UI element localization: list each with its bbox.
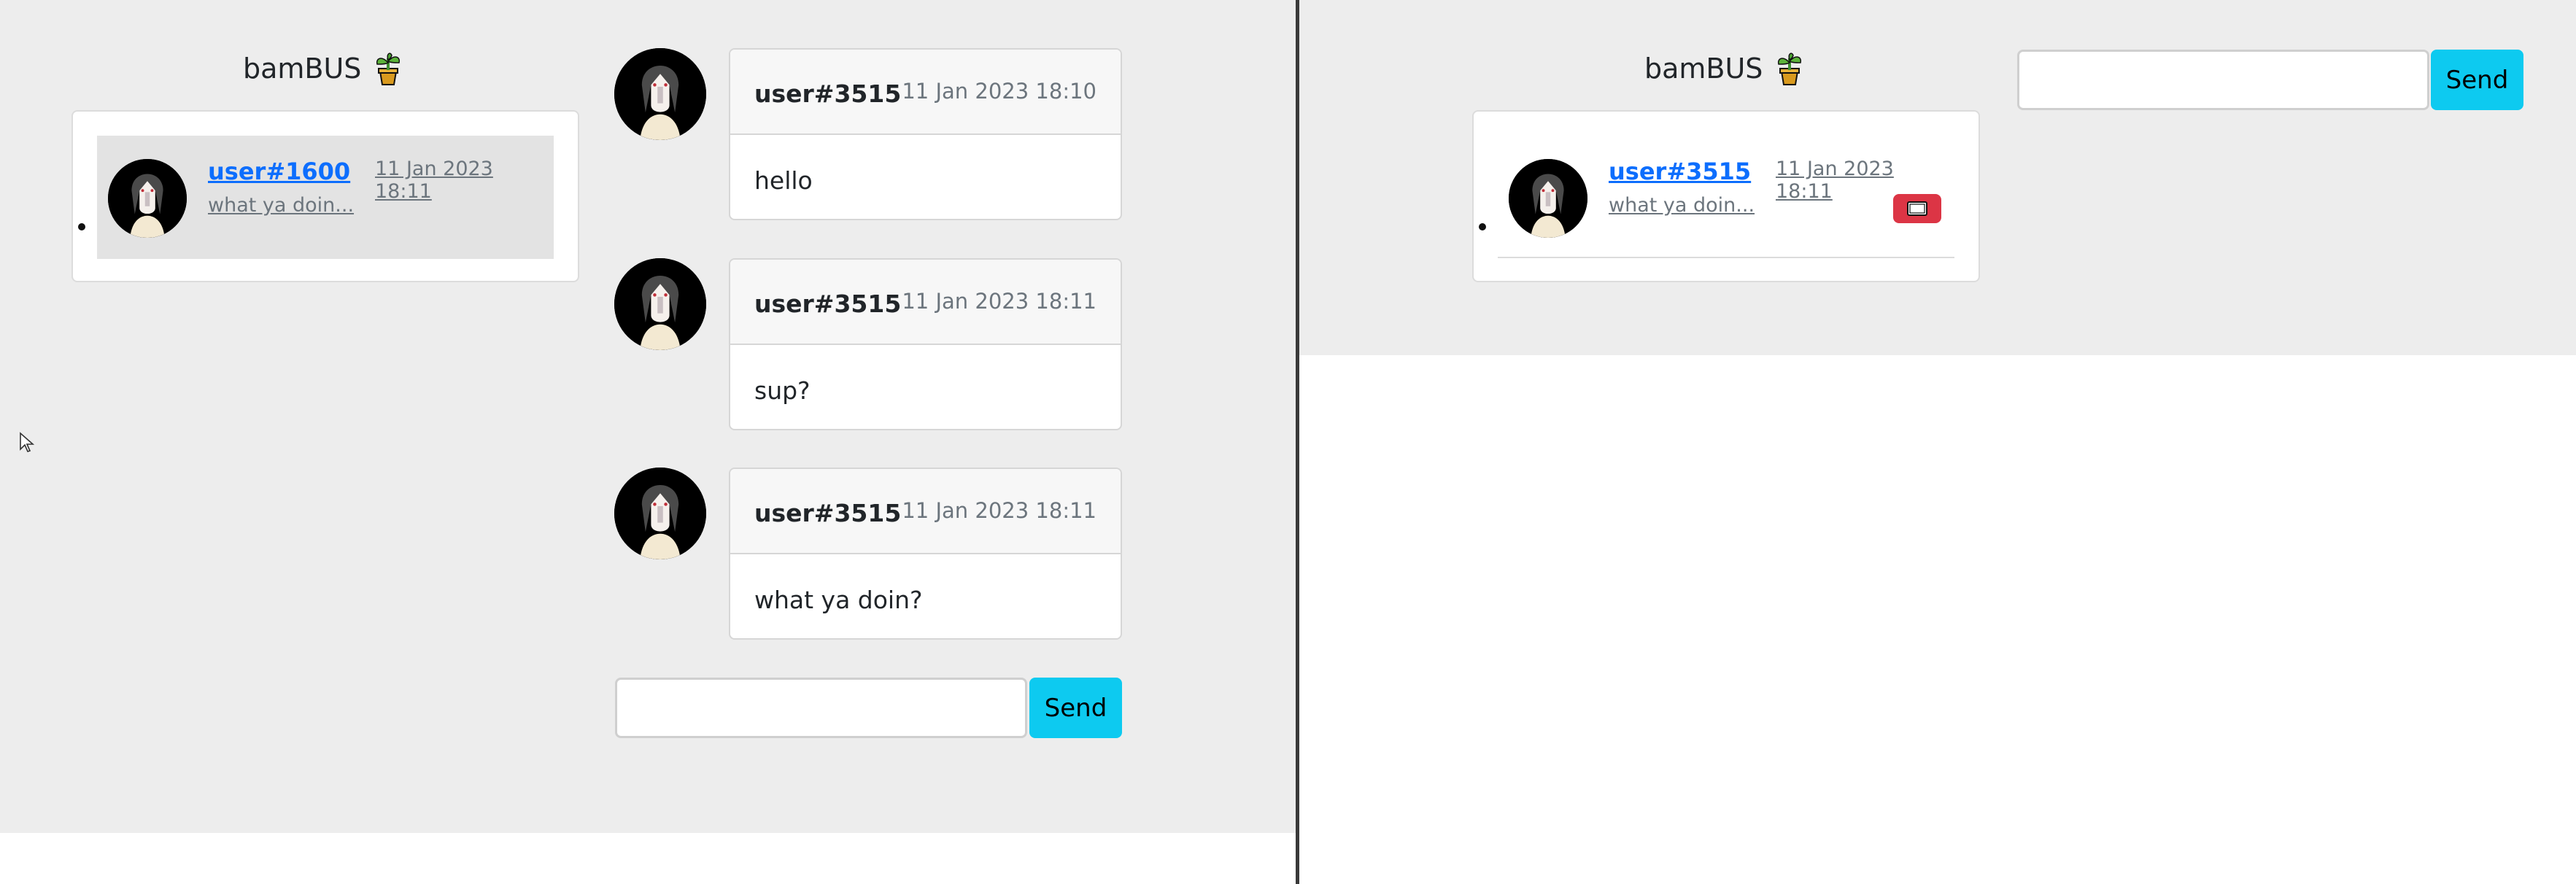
brand-title: bamBUS (1644, 51, 1806, 86)
message-input[interactable] (2017, 50, 2429, 110)
message-timestamp: 11 Jan 2023 18:10 (902, 79, 1096, 104)
message-header: user#3515 11 Jan 2023 18:11 (730, 469, 1121, 554)
message-timestamp: 11 Jan 2023 18:11 (902, 498, 1096, 523)
list-bullet (1479, 223, 1486, 230)
message-header: user#3515 11 Jan 2023 18:10 (730, 50, 1121, 135)
message-text: what ya doin? (754, 586, 923, 614)
conversation-item[interactable]: user#1600 11 Jan 2023 18:11 what ya doin… (97, 136, 554, 259)
brand-name: bamBUS (1644, 53, 1763, 85)
message-card: user#3515 11 Jan 2023 18:11 sup? (729, 258, 1122, 430)
send-button[interactable]: Send (1029, 678, 1122, 738)
message-timestamp: 11 Jan 2023 18:11 (902, 289, 1096, 314)
message-input[interactable] (615, 678, 1027, 738)
conversation-list: user#1600 11 Jan 2023 18:11 what ya doin… (71, 110, 579, 282)
message-text: sup? (754, 376, 811, 405)
potted-plant-icon (1773, 51, 1806, 86)
conversation-preview-link[interactable]: what ya doin... (208, 194, 354, 217)
message-username: user#3515 (754, 499, 902, 527)
brand-name: bamBUS (243, 53, 362, 85)
avatar (1509, 159, 1587, 238)
left-client-pane: bamBUS user#1600 11 Jan 2023 18:11 what … (0, 0, 1296, 884)
avatar (614, 468, 706, 559)
unread-badge (1893, 194, 1941, 223)
divider-line (1498, 257, 1954, 258)
avatar (614, 48, 706, 140)
conversation-username-link[interactable]: user#3515 (1609, 158, 1751, 185)
conversation-username-link[interactable]: user#1600 (208, 158, 350, 185)
avatar (108, 159, 187, 238)
right-client-pane: bamBUS user#3515 11 Jan 2023 18:11 what … (1299, 0, 2576, 884)
mouse-cursor-icon (20, 432, 35, 452)
message-username: user#3515 (754, 290, 902, 318)
conversation-list: user#3515 11 Jan 2023 18:11 what ya doin… (1472, 110, 1980, 282)
conversation-time-link[interactable]: 11 Jan 2023 18:11 (375, 158, 554, 203)
send-button[interactable]: Send (2431, 50, 2523, 110)
conversation-item[interactable]: user#3515 11 Jan 2023 18:11 what ya doin… (1498, 136, 1954, 259)
brand-title: bamBUS (243, 51, 405, 86)
envelope-icon (1907, 201, 1927, 216)
potted-plant-icon (371, 51, 405, 86)
avatar (614, 258, 706, 350)
conversation-preview-link[interactable]: what ya doin... (1609, 194, 1755, 217)
message-header: user#3515 11 Jan 2023 18:11 (730, 260, 1121, 345)
message-text: hello (754, 166, 813, 195)
list-bullet (78, 223, 85, 230)
message-card: user#3515 11 Jan 2023 18:11 what ya doin… (729, 468, 1122, 640)
message-card: user#3515 11 Jan 2023 18:10 hello (729, 48, 1122, 220)
message-username: user#3515 (754, 80, 902, 108)
